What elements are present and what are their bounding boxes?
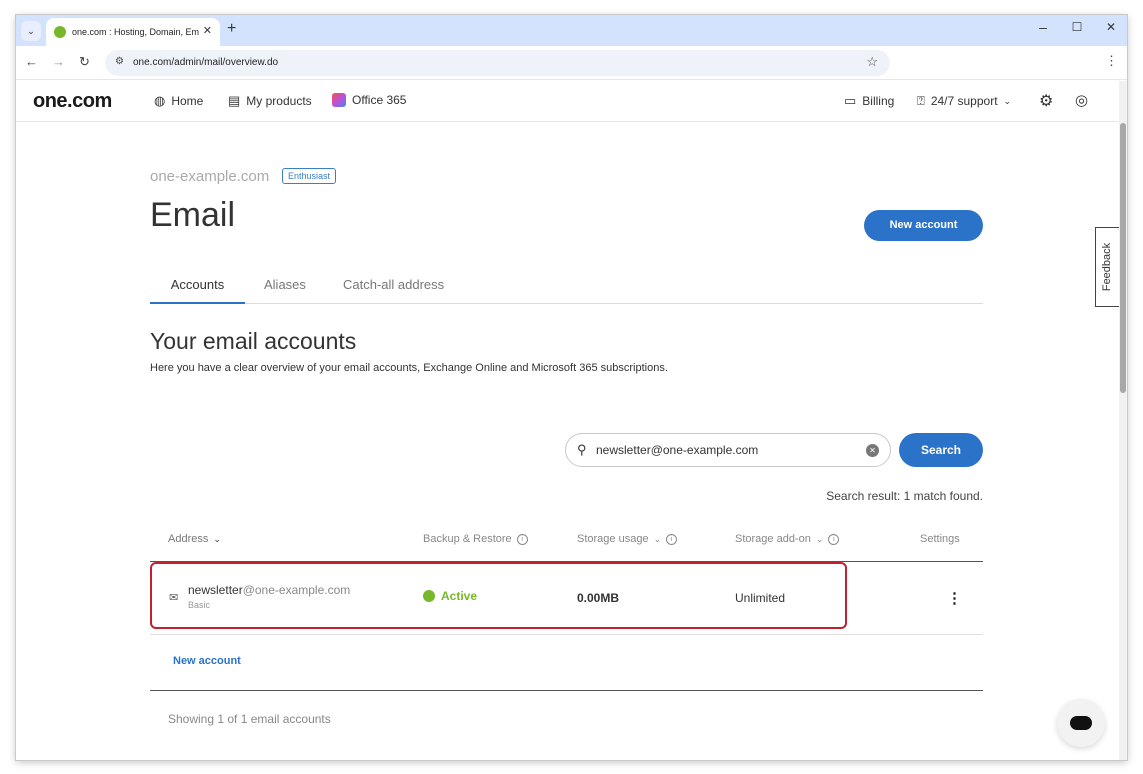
address-user: newsletter — [188, 583, 243, 597]
info-icon[interactable]: i — [516, 533, 528, 545]
nav-home[interactable]: ◍ Home — [154, 93, 203, 109]
new-account-link[interactable]: New account — [173, 655, 241, 667]
scrollbar-thumb[interactable] — [1120, 123, 1126, 393]
search-button[interactable]: Search — [899, 433, 983, 467]
address-bar[interactable]: ⚙ one.com/admin/mail/overview.do ☆ — [105, 50, 890, 76]
info-icon[interactable]: i — [666, 533, 678, 545]
logo[interactable]: one.com — [33, 90, 112, 113]
nav-support[interactable]: ⍰ 24/7 support ⌄ — [917, 93, 1011, 109]
new-account-button[interactable]: New account — [864, 210, 983, 241]
header-backup: Backup & Restore i — [423, 533, 528, 545]
bookmark-star-icon[interactable]: ☆ — [866, 54, 878, 70]
pagination-info: Showing 1 of 1 email accounts — [168, 712, 331, 726]
table-header: Address ⌄ Backup & Restore i Storage usa… — [150, 522, 983, 562]
page-tabs: Accounts Aliases Catch-all address — [150, 277, 983, 304]
search-result-text: Search result: 1 match found. — [826, 489, 983, 503]
settings-gear-icon[interactable]: ⚙ — [1039, 91, 1053, 111]
tab-aliases[interactable]: Aliases — [264, 277, 306, 304]
feedback-tab[interactable]: Feedback — [1095, 227, 1119, 307]
nav-my-products[interactable]: ▤ My products — [228, 93, 312, 109]
url-text: one.com/admin/mail/overview.do — [133, 57, 279, 68]
products-icon: ▤ — [228, 93, 241, 108]
tab-accounts[interactable]: Accounts — [150, 277, 245, 304]
section-title: Your email accounts — [150, 328, 357, 354]
section-description: Here you have a clear overview of your e… — [150, 362, 668, 374]
chat-button[interactable] — [1057, 699, 1105, 747]
header-backup-label: Backup & Restore — [423, 533, 512, 545]
browser-window: ⌄ one.com : Hosting, Domain, Em ✕ + – ☐ … — [16, 15, 1127, 760]
info-icon[interactable]: i — [828, 533, 840, 545]
tab-catch-all[interactable]: Catch-all address — [343, 277, 444, 304]
favicon-icon — [54, 26, 66, 38]
header-settings: Settings — [920, 533, 960, 545]
plan-badge: Enthusiast — [282, 168, 337, 184]
header-storage-label: Storage usage — [577, 533, 649, 545]
sort-chevron-icon: ⌄ — [213, 533, 221, 544]
clear-search-icon[interactable]: ✕ — [866, 444, 879, 457]
status-badge: Active — [423, 589, 477, 603]
feedback-label: Feedback — [1101, 242, 1114, 292]
reload-icon[interactable]: ↻ — [79, 54, 90, 70]
divider — [150, 690, 983, 691]
browser-toolbar: ← → ↻ ⚙ one.com/admin/mail/overview.do ☆… — [16, 46, 1127, 80]
close-window-icon[interactable]: ✕ — [1101, 20, 1121, 34]
domain-name: one-example.com — [150, 168, 270, 185]
nav-support-label: 24/7 support — [930, 94, 998, 108]
globe-icon: ◍ — [154, 93, 166, 108]
nav-billing-label: Billing — [862, 94, 895, 108]
address-domain: @one-example.com — [242, 583, 351, 597]
new-tab-icon[interactable]: + — [227, 20, 236, 38]
sort-chevron-icon: ⌄ — [653, 533, 662, 544]
sort-chevron-icon: ⌄ — [815, 533, 824, 544]
account-address[interactable]: newsletter@one-example.com — [188, 583, 350, 597]
office-365-icon — [332, 93, 346, 107]
nav-home-label: Home — [171, 94, 204, 108]
header-address-label: Address — [168, 533, 209, 545]
nav-billing[interactable]: ▭ Billing — [844, 93, 894, 109]
header-addon[interactable]: Storage add-on ⌄ i — [735, 533, 840, 545]
site-header: one.com ◍ Home ▤ My products Office 365 … — [16, 81, 1119, 122]
site-info-icon[interactable]: ⚙ — [115, 56, 124, 67]
back-icon[interactable]: ← — [25, 54, 38, 69]
search-input[interactable] — [596, 442, 856, 458]
help-icon: ⍰ — [917, 93, 925, 108]
credit-card-icon: ▭ — [844, 93, 857, 108]
maximize-icon[interactable]: ☐ — [1067, 20, 1087, 34]
status-dot-icon — [423, 590, 435, 602]
storage-addon: Unlimited — [735, 591, 786, 605]
nav-office-label: Office 365 — [352, 93, 407, 107]
account-plan: Basic — [188, 600, 211, 610]
header-settings-label: Settings — [920, 533, 960, 545]
storage-usage: 0.00MB — [577, 591, 620, 605]
tab-close-icon[interactable]: ✕ — [203, 24, 212, 37]
tab-title: one.com : Hosting, Domain, Em — [72, 27, 200, 37]
nav-office-365[interactable]: Office 365 — [332, 93, 406, 107]
page-scrollbar[interactable] — [1119, 81, 1127, 760]
forward-icon[interactable]: → — [52, 54, 65, 69]
search-icon: ⚲ — [577, 442, 587, 457]
table-row[interactable]: ✉ newsletter@one-example.com Basic Activ… — [150, 562, 983, 635]
tab-search-icon[interactable]: ⌄ — [21, 21, 41, 41]
minimize-icon[interactable]: – — [1033, 19, 1053, 35]
browser-tab[interactable]: one.com : Hosting, Domain, Em ✕ — [46, 18, 220, 46]
header-address[interactable]: Address ⌄ — [168, 533, 221, 545]
chevron-down-icon: ⌄ — [1003, 95, 1012, 106]
chat-icon — [1070, 716, 1092, 730]
row-menu-icon[interactable]: ⋮ — [947, 589, 962, 607]
main-content: one-example.com Enthusiast Email New acc… — [16, 122, 1119, 760]
nav-products-label: My products — [246, 94, 312, 108]
browser-menu-icon[interactable]: ⋮ — [1105, 53, 1118, 69]
user-account-icon[interactable]: ◎ — [1075, 91, 1088, 109]
header-storage[interactable]: Storage usage ⌄ i — [577, 533, 678, 545]
mail-icon: ✉ — [169, 592, 179, 604]
search-box: ⚲ ✕ — [565, 433, 891, 467]
status-label: Active — [441, 589, 478, 603]
header-addon-label: Storage add-on — [735, 533, 811, 545]
page-title: Email — [150, 196, 236, 234]
tab-strip: ⌄ one.com : Hosting, Domain, Em ✕ + – ☐ … — [16, 15, 1127, 46]
